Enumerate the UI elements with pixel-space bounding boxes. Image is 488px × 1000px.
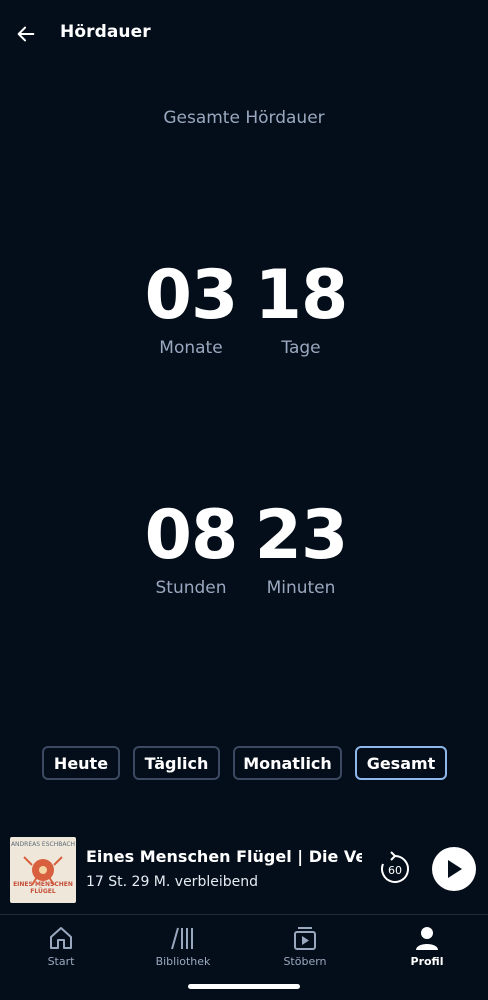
cover-title: EINES MENSCHEN FLÜGEL <box>13 881 73 895</box>
hours-value: 08 <box>144 496 239 575</box>
hours-stat: 08 Stunden <box>131 496 251 599</box>
mini-player[interactable]: ANDREAS ESCHBACH EINES MENSCHEN FLÜGEL E… <box>0 830 488 910</box>
nav-label-profil: Profil <box>410 955 444 968</box>
back-button[interactable] <box>12 20 40 48</box>
time-remaining: 17 St. 29 M. verbleibend <box>86 874 258 890</box>
minutes-stat: 23 Minuten <box>241 496 361 599</box>
arrow-left-icon <box>17 26 35 42</box>
play-button[interactable] <box>432 847 476 891</box>
browse-icon <box>294 927 316 950</box>
nav-item-stoebern[interactable]: Stöbern <box>244 923 366 968</box>
days-label: Tage <box>281 338 321 358</box>
play-icon <box>448 860 462 878</box>
book-cover[interactable]: ANDREAS ESCHBACH EINES MENSCHEN FLÜGEL <box>10 837 76 903</box>
nav-item-start[interactable]: Start <box>0 923 122 968</box>
library-icon <box>171 927 193 950</box>
summary-subtitle: Gesamte Hördauer <box>163 108 325 128</box>
period-monatlich-button[interactable]: Monatlich <box>233 746 342 780</box>
days-value: 18 <box>254 256 349 335</box>
rewind-60-button[interactable]: 60 <box>378 850 412 886</box>
home-icon <box>50 927 72 949</box>
nav-label-stoebern: Stöbern <box>283 955 327 968</box>
months-label: Monate <box>159 338 223 358</box>
rewind-label: 60 <box>388 864 402 877</box>
home-indicator <box>188 984 300 989</box>
top-app-bar: Hördauer <box>0 0 488 68</box>
minutes-label: Minuten <box>266 578 336 598</box>
nav-label-start: Start <box>47 955 75 968</box>
period-heute-button[interactable]: Heute <box>42 746 120 780</box>
profile-icon <box>416 927 438 950</box>
nav-item-profil[interactable]: Profil <box>366 923 488 968</box>
hours-label: Stunden <box>155 578 227 598</box>
days-stat: 18 Tage <box>241 256 361 359</box>
nav-item-bibliothek[interactable]: Bibliothek <box>122 923 244 968</box>
months-value: 03 <box>144 256 239 335</box>
period-gesamt-button[interactable]: Gesamt <box>355 746 447 780</box>
rewind-60-icon: 60 <box>381 851 409 883</box>
months-stat: 03 Monate <box>131 256 251 359</box>
nav-label-bibliothek: Bibliothek <box>155 955 211 968</box>
page-title: Hördauer <box>60 22 151 42</box>
book-title: Eines Menschen Flügel | Die Verfolgun <box>86 847 362 866</box>
minutes-value: 23 <box>254 496 349 575</box>
period-taeglich-button[interactable]: Täglich <box>133 746 220 780</box>
